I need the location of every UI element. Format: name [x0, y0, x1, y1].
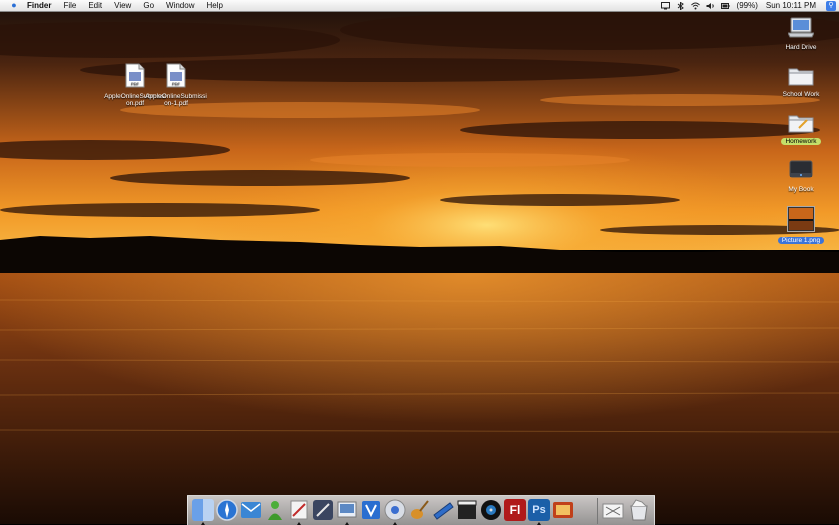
dvd-player-icon[interactable]: [480, 499, 502, 521]
final-cut-icon[interactable]: [456, 499, 478, 521]
folder-pencil-icon: [788, 115, 814, 133]
desktop-icon-label: My Book: [788, 185, 814, 193]
preview-icon[interactable]: [336, 499, 358, 521]
desktop-icon-label: Homework: [776, 137, 826, 145]
battery-icon[interactable]: [720, 2, 730, 10]
apple-menu-icon[interactable]: ●: [7, 0, 21, 11]
menu-help[interactable]: Help: [200, 0, 228, 11]
flash-icon[interactable]: Fl: [504, 499, 526, 521]
external-drive-icon: [789, 160, 813, 178]
garageband-icon[interactable]: [408, 499, 430, 521]
mail-icon[interactable]: [240, 499, 262, 521]
ichat-icon[interactable]: [264, 499, 286, 521]
image-thumbnail-icon: [787, 206, 815, 232]
photoshop-icon[interactable]: Ps: [528, 499, 550, 521]
menu-view[interactable]: View: [108, 0, 137, 11]
safari-icon[interactable]: [216, 499, 238, 521]
sidebar-app-icon[interactable]: [432, 499, 454, 521]
desktop-icon-my-book[interactable]: My Book: [776, 159, 826, 193]
svg-text:PDF: PDF: [172, 81, 181, 86]
bluetooth-icon[interactable]: [676, 1, 685, 10]
battery-percentage[interactable]: (99%): [733, 0, 762, 11]
desktop-icon-label: AppleOnlineSubmissi on-1.pdf: [145, 92, 207, 108]
desktop-icon-label: Picture 1.png: [772, 236, 830, 244]
laptop-drive-icon: [787, 17, 815, 38]
svg-text:PDF: PDF: [131, 81, 140, 86]
mail-box-icon[interactable]: [602, 499, 624, 521]
menu-finder[interactable]: Finder: [21, 0, 57, 11]
desktop-icon-label: Hard Drive: [785, 43, 817, 51]
desktop-icon-label: School Work: [782, 90, 820, 98]
menu-edit[interactable]: Edit: [82, 0, 108, 11]
menu-window[interactable]: Window: [160, 0, 200, 11]
desktop-icon-school-work[interactable]: School Work: [776, 66, 826, 98]
text-editor-icon[interactable]: [288, 499, 310, 521]
folder-icon: [788, 68, 814, 86]
desktop-icon-homework[interactable]: Homework: [776, 113, 826, 145]
trash-icon[interactable]: [628, 499, 650, 521]
photo-booth-icon[interactable]: [552, 499, 574, 521]
finder-icon[interactable]: [192, 499, 214, 521]
pdf-file-icon: PDF: [166, 63, 186, 88]
desktop-icon-picture[interactable]: Picture 1.png: [772, 206, 830, 244]
dictionary-icon[interactable]: [360, 499, 382, 521]
menu-bar: ● Finder File Edit View Go Window Help (…: [0, 0, 839, 12]
itunes-icon[interactable]: [384, 499, 406, 521]
wifi-icon[interactable]: [690, 2, 700, 10]
dock: Fl Ps: [187, 495, 655, 525]
menu-extras: (99%) Sun 10:11 PM ⚲: [658, 0, 839, 11]
volume-icon[interactable]: [706, 2, 715, 10]
menu-file[interactable]: File: [57, 0, 82, 11]
menu-go[interactable]: Go: [137, 0, 160, 11]
display-icon[interactable]: [660, 1, 670, 10]
pencil-app-icon[interactable]: [312, 499, 334, 521]
spotlight-icon[interactable]: ⚲: [826, 0, 836, 11]
menu-clock[interactable]: Sun 10:11 PM: [762, 0, 820, 11]
dock-separator: [597, 498, 598, 524]
desktop-icon-hard-drive[interactable]: Hard Drive: [776, 17, 826, 51]
desktop-icon-pdf-2[interactable]: PDF AppleOnlineSubmissi on-1.pdf: [142, 63, 210, 108]
